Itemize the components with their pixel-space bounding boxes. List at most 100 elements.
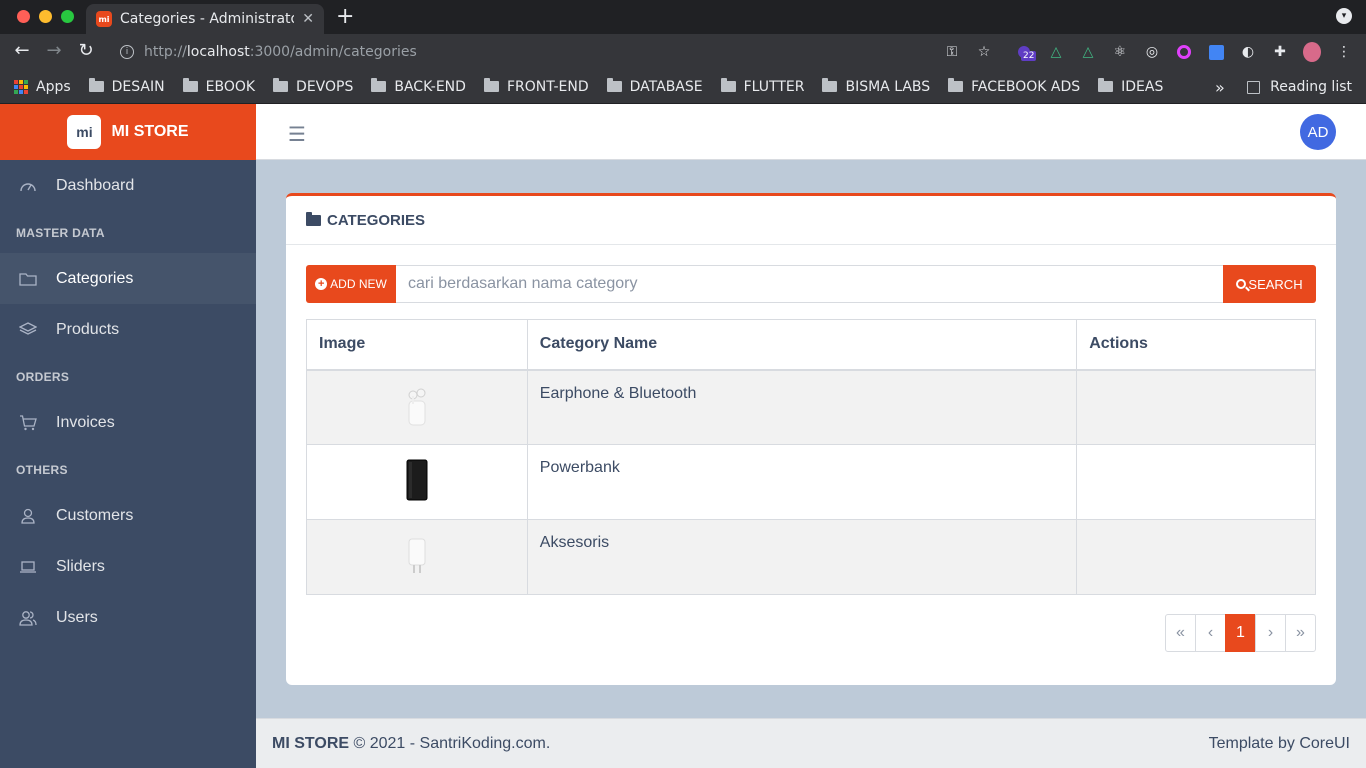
new-tab-button[interactable]: + [336, 4, 354, 30]
tab-search-icon[interactable]: ▾ [1336, 8, 1352, 24]
powerbank-product-image [406, 459, 428, 500]
sidebar-item-users[interactable]: Users [0, 592, 256, 643]
speedometer-icon [18, 176, 38, 196]
category-actions-cell [1076, 369, 1316, 445]
add-new-button[interactable]: + ADD NEW [306, 265, 396, 303]
footer-left: MI STORE © 2021 - SantriKoding.com. [272, 735, 550, 753]
sidebar-item-invoices[interactable]: Invoices [0, 397, 256, 448]
bookmark-folder-facebook-ads[interactable]: FACEBOOK ADS [948, 78, 1080, 95]
sidebar-item-label: Users [56, 608, 98, 626]
url-host: localhost [186, 44, 250, 60]
sidebar-item-products[interactable]: Products [0, 304, 256, 355]
user-avatar[interactable]: AD [1300, 114, 1336, 150]
extensions-puzzle-icon[interactable]: ✚ [1271, 43, 1289, 61]
layers-icon [18, 320, 38, 340]
cart-icon [18, 413, 38, 433]
bookmark-label: EBOOK [205, 78, 256, 95]
card-header: CATEGORIES [286, 196, 1336, 245]
bookmark-folder-database[interactable]: DATABASE [606, 78, 703, 95]
extension-badge-icon[interactable]: 22 [1015, 43, 1037, 61]
minimize-window-button[interactable] [39, 10, 52, 23]
bookmark-folder-bisma-labs[interactable]: BISMA LABS [822, 78, 931, 95]
bookmark-folder-back-end[interactable]: BACK-END [371, 78, 466, 95]
pagination-page-button[interactable]: 1 [1225, 614, 1256, 652]
folder-icon [483, 78, 499, 92]
category-image-cell [306, 369, 528, 445]
bookmark-folder-front-end[interactable]: FRONT-END [483, 78, 589, 95]
brand[interactable]: mi MI STORE [0, 104, 256, 160]
extension-badge-count: 22 [1021, 51, 1037, 61]
folder-icon [1098, 78, 1114, 92]
categories-card: CATEGORIES + ADD NEW SEARCH Image Catego… [286, 193, 1336, 685]
pagination-prev-button[interactable]: ‹ [1195, 614, 1226, 652]
pagination: « ‹ 1 › » [1165, 614, 1316, 652]
bookmark-label: BISMA LABS [845, 78, 931, 95]
reading-list-label: Reading list [1270, 79, 1352, 95]
url-field[interactable]: i http://localhost:3000/admin/categories [110, 38, 1010, 66]
add-new-label: ADD NEW [330, 277, 387, 291]
vue-devtools-alt-icon[interactable]: △ [1079, 43, 1097, 61]
people-icon [18, 608, 38, 628]
browser-menu-icon[interactable]: ⋮ [1335, 43, 1353, 61]
pagination-next-button[interactable]: › [1255, 614, 1286, 652]
category-name-cell: Powerbank [526, 444, 1078, 520]
maximize-window-button[interactable] [61, 10, 74, 23]
browser-tab-bar: mi Categories - Administrator ✕ + ▾ [0, 0, 1366, 34]
folder-icon [606, 78, 622, 92]
categories-table: Image Category Name Actions Earphone & B… [306, 319, 1316, 595]
category-image-cell [306, 519, 528, 595]
back-arrow-icon[interactable]: ← [10, 40, 34, 61]
search-button[interactable]: SEARCH [1223, 265, 1316, 303]
folder-icon [273, 78, 289, 92]
footer-copyright: © 2021 - SantriKoding.com. [353, 734, 551, 752]
top-header: ☰ AD [256, 104, 1366, 160]
forward-arrow-icon[interactable]: → [42, 40, 66, 61]
folder-icon [182, 78, 198, 92]
url-path: :3000/admin/categories [249, 44, 417, 60]
tab-title: Categories - Administrator [120, 11, 295, 27]
bookmark-apps[interactable]: Apps [14, 79, 71, 95]
bookmark-folder-flutter[interactable]: FLUTTER [720, 78, 804, 95]
bookmark-folder-devops[interactable]: DEVOPS [273, 78, 353, 95]
search-input[interactable] [396, 265, 1223, 303]
url-protocol: http:// [144, 44, 187, 60]
footer-brand: MI STORE [272, 734, 350, 752]
key-icon[interactable]: ⚿ [943, 43, 961, 61]
search-icon [1236, 279, 1247, 289]
coreui-link[interactable]: CoreUI [1299, 735, 1350, 752]
dark-mode-extension-icon[interactable]: ◐ [1239, 43, 1257, 61]
bookmark-label: IDEAS [1121, 78, 1164, 95]
pagination-last-button[interactable]: » [1285, 614, 1316, 652]
bookmark-label: DATABASE [629, 78, 703, 95]
reading-list-button[interactable]: Reading list [1247, 70, 1352, 104]
bookmark-star-icon[interactable]: ☆ [975, 43, 993, 61]
profile-avatar-icon[interactable] [1303, 42, 1321, 62]
reading-list-icon [1247, 80, 1261, 94]
category-name-cell: Aksesoris [526, 519, 1078, 595]
sidebar-item-label: Customers [56, 506, 134, 524]
close-tab-icon[interactable]: ✕ [302, 11, 314, 27]
sidebar-item-sliders[interactable]: Sliders [0, 541, 256, 592]
bookmark-folder-ideas[interactable]: IDEAS [1098, 78, 1164, 95]
hamburger-menu-icon[interactable]: ☰ [288, 124, 306, 144]
category-name-cell: Earphone & Bluetooth [526, 369, 1078, 445]
vue-devtools-icon[interactable]: △ [1047, 43, 1065, 61]
site-info-icon[interactable]: i [120, 45, 134, 59]
target-extension-icon[interactable]: ◎ [1143, 43, 1161, 61]
color-picker-extension-icon[interactable] [1175, 43, 1193, 61]
sidebar-item-label: Products [56, 320, 120, 338]
sidebar-item-dashboard[interactable]: Dashboard [0, 160, 256, 211]
close-window-button[interactable] [17, 10, 30, 23]
card-title: CATEGORIES [327, 211, 426, 229]
bookmark-folder-desain[interactable]: DESAIN [88, 78, 165, 95]
folder-icon [88, 78, 104, 92]
more-bookmarks-button[interactable]: » [1215, 70, 1225, 104]
reload-icon[interactable]: ↻ [74, 40, 98, 61]
bookmark-folder-ebook[interactable]: EBOOK [182, 78, 256, 95]
browser-tab[interactable]: mi Categories - Administrator ✕ [86, 4, 324, 34]
react-devtools-icon[interactable]: ⚛ [1111, 43, 1129, 61]
sidebar-item-categories[interactable]: Categories [0, 253, 256, 304]
sidebar-item-customers[interactable]: Customers [0, 490, 256, 541]
pagination-first-button[interactable]: « [1165, 614, 1196, 652]
translate-extension-icon[interactable] [1207, 43, 1225, 61]
